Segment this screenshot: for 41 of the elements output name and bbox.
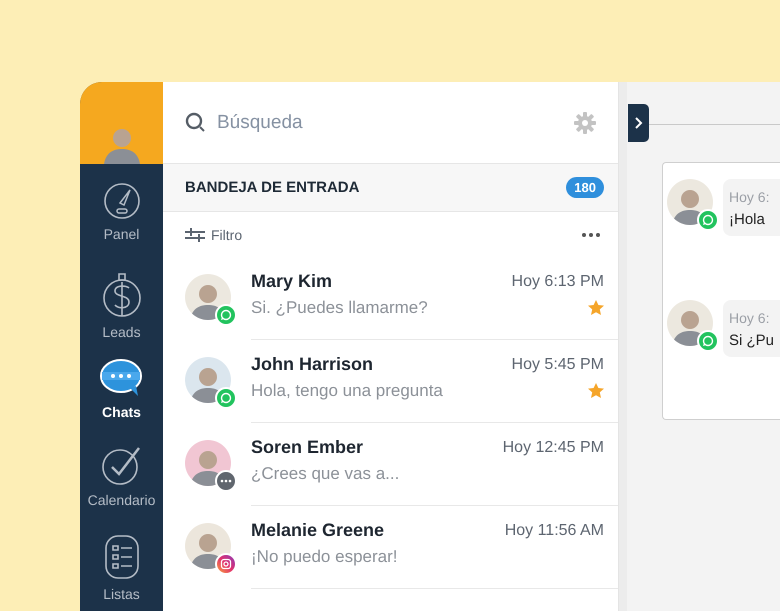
conversation-item[interactable]: John Harrison Hoy 5:45 PM Hola, tengo una pregunta — [163, 340, 618, 423]
sidebar-item[interactable]: Calendario — [80, 428, 163, 516]
message-time: Hoy 12:45 PM — [502, 438, 604, 456]
message-text: Si ¿Pu — [729, 332, 776, 349]
message-preview: ¿Crees que vas a... — [251, 464, 400, 484]
message-time: Hoy 5:45 PM — [512, 356, 604, 374]
message-preview: ¡No puedo esperar! — [251, 547, 398, 567]
message-time: Hoy 6: — [729, 189, 770, 205]
contact-name: John Harrison — [251, 354, 374, 375]
message-text: ¡Hola — [729, 211, 766, 228]
dollar-sign-icon — [102, 270, 142, 318]
message-time: Hoy 11:56 AM — [504, 522, 604, 540]
inbox-title: BANDEJA DE ENTRADA — [185, 179, 360, 196]
sidebar-item[interactable]: Chats — [80, 340, 163, 428]
more-options-icon[interactable] — [582, 232, 600, 236]
sidebar-item[interactable]: Panel — [80, 164, 163, 252]
search-icon — [185, 112, 207, 134]
conversation-item[interactable]: Mary Kim Hoy 6:13 PM Si. ¿Puedes llamarme? — [163, 257, 618, 340]
unread-count-badge: 180 — [566, 177, 604, 198]
settings-icon[interactable] — [574, 112, 596, 134]
checkmark-circle-icon — [100, 446, 142, 486]
collapse-button[interactable] — [628, 104, 649, 142]
message-time: Hoy 6:13 PM — [512, 272, 604, 290]
message-time: Hoy 6: — [729, 310, 770, 326]
filter-button[interactable]: Filtro — [185, 226, 242, 242]
star-icon[interactable] — [588, 383, 604, 399]
chevron-right-icon — [634, 117, 642, 129]
conversation-item[interactable]: Melanie Greene Hoy 11:56 AM ¡No puedo esperar! — [163, 506, 618, 589]
sliders-icon — [185, 228, 205, 242]
contact-name: Soren Ember — [251, 437, 364, 458]
sidebar-item[interactable]: Listas — [80, 516, 163, 604]
profile-photo-placeholder[interactable] — [80, 82, 163, 164]
message-preview: Si. ¿Puedes llamarme? — [251, 298, 428, 318]
sidebar-item[interactable]: Leads — [80, 252, 163, 340]
conversation-item[interactable]: Soren Ember Hoy 12:45 PM ¿Crees que vas a... — [163, 423, 618, 506]
message-preview: Hola, tengo una pregunta — [251, 381, 443, 401]
contact-name: Melanie Greene — [251, 520, 384, 541]
chat-bubble-icon — [100, 358, 144, 398]
star-icon[interactable] — [588, 300, 604, 316]
gauge-icon — [102, 182, 140, 220]
contact-name: Mary Kim — [251, 271, 332, 292]
